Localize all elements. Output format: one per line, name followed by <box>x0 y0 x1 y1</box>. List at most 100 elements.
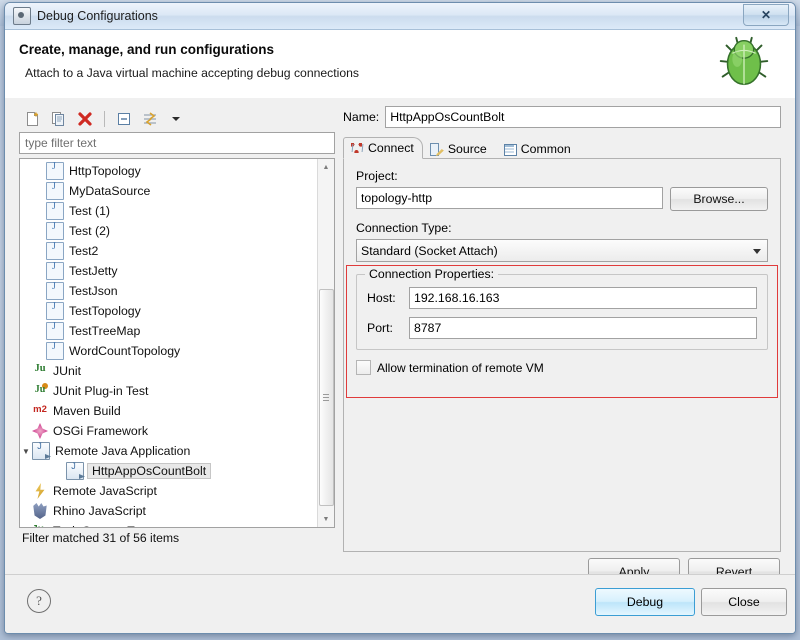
task-context-test-icon <box>31 523 48 527</box>
tree-item-label: Test2 <box>69 244 99 258</box>
scrollbar-thumb[interactable] <box>319 289 334 506</box>
delete-icon[interactable] <box>75 109 95 129</box>
configuration-editor: Name: HttpAppOsCountBolt Connect Source … <box>343 106 781 585</box>
tree-item[interactable]: Rhino JavaScript <box>20 501 318 521</box>
tree-item-label: Remote JavaScript <box>53 484 157 498</box>
host-row: Host: 192.168.16.163 <box>367 287 757 309</box>
new-launch-configuration-icon[interactable] <box>23 109 43 129</box>
port-row: Port: 8787 <box>367 317 757 339</box>
tree-item[interactable]: Task Context Test <box>20 521 318 527</box>
tab-connect[interactable]: Connect <box>343 137 423 159</box>
collapse-all-icon[interactable] <box>114 109 134 129</box>
duplicate-icon[interactable] <box>49 109 69 129</box>
chevron-down-icon[interactable] <box>166 109 186 129</box>
tree-item-label: MyDataSource <box>69 184 151 198</box>
tab-common[interactable]: Common <box>496 138 580 159</box>
tree-item-label: HttpAppOsCountBolt <box>87 463 212 479</box>
connection-type-select[interactable]: Standard (Socket Attach) <box>356 239 768 262</box>
tree-item[interactable]: MyDataSource <box>20 181 318 201</box>
tree-item-label: JUnit <box>53 364 82 378</box>
project-input[interactable]: topology-http <box>356 187 663 209</box>
tree-item[interactable]: ▼ Remote Java Application <box>20 441 318 461</box>
tree-item-label: Test (1) <box>69 204 110 218</box>
remote-java-icon <box>66 461 84 480</box>
java-config-icon <box>46 321 64 340</box>
java-config-icon <box>46 341 64 360</box>
name-input[interactable]: HttpAppOsCountBolt <box>385 106 781 128</box>
debug-button[interactable]: Debug <box>595 588 695 616</box>
window-close-button[interactable]: ✕ <box>743 4 789 26</box>
filter-status-text: Filter matched 31 of 56 items <box>22 531 180 545</box>
port-input[interactable]: 8787 <box>409 317 757 339</box>
close-icon: ✕ <box>760 8 772 22</box>
remote-javascript-icon <box>35 483 45 499</box>
tree-item-label: JUnit Plug-in Test <box>53 384 149 398</box>
launch-config-toolbar <box>19 106 335 132</box>
tree-item[interactable]: Test (1) <box>20 201 318 221</box>
host-input[interactable]: 192.168.16.163 <box>409 287 757 309</box>
launch-config-panel: type filter text HttpTopology MyDataSourc… <box>19 106 335 556</box>
tree-item[interactable]: HttpAppOsCountBolt <box>20 461 318 481</box>
chevron-down-icon <box>753 248 761 254</box>
tree-item[interactable]: JUnit <box>20 361 318 381</box>
scroll-up-icon[interactable]: ▲ <box>318 159 334 175</box>
java-config-icon <box>46 221 64 240</box>
project-row: topology-http Browse... <box>356 187 768 211</box>
debug-configurations-dialog: Debug Configurations ✕ Create, manage, a… <box>4 2 796 634</box>
tree-item-label: TestJetty <box>69 264 118 278</box>
filter-icon[interactable] <box>140 109 160 129</box>
java-config-icon <box>46 261 64 280</box>
tree-item[interactable]: TestJson <box>20 281 318 301</box>
browse-button[interactable]: Browse... <box>670 187 768 211</box>
tree-item[interactable]: TestTopology <box>20 301 318 321</box>
connection-properties-label: Connection Properties: <box>365 267 499 281</box>
tree-item[interactable]: Remote JavaScript <box>20 481 318 501</box>
expand-arrow-icon[interactable]: ▼ <box>20 447 32 456</box>
name-value: HttpAppOsCountBolt <box>390 110 505 124</box>
launch-config-tree[interactable]: HttpTopology MyDataSource Test (1) Test (2)… <box>19 158 335 528</box>
tree-item-label: OSGi Framework <box>53 424 148 438</box>
filter-input[interactable]: type filter text <box>19 132 335 154</box>
tree-item-label: TestJson <box>69 284 118 298</box>
tree-item[interactable]: JUnit Plug-in Test <box>20 381 318 401</box>
tree-item[interactable]: WordCountTopology <box>20 341 318 361</box>
tree-scrollbar[interactable]: ▲ ▼ <box>317 159 334 527</box>
name-row: Name: HttpAppOsCountBolt <box>343 106 781 128</box>
tree-item-label: HttpTopology <box>69 164 141 178</box>
name-label: Name: <box>343 110 380 124</box>
host-label: Host: <box>367 291 396 305</box>
scroll-down-icon[interactable]: ▼ <box>318 511 334 527</box>
dialog-banner: Create, manage, and run configurations A… <box>5 30 795 107</box>
dialog-body: type filter text HttpTopology MyDataSourc… <box>5 98 795 585</box>
tab-common-label: Common <box>520 142 571 156</box>
tab-source[interactable]: Source <box>423 138 496 159</box>
connection-type-value: Standard (Socket Attach) <box>361 243 498 258</box>
banner-heading: Create, manage, and run configurations <box>19 42 275 57</box>
java-config-icon <box>46 301 64 320</box>
close-button[interactable]: Close <box>701 588 787 616</box>
tree-item[interactable]: Maven Build <box>20 401 318 421</box>
java-config-icon <box>46 241 64 260</box>
allow-termination-row[interactable]: Allow termination of remote VM <box>356 360 768 375</box>
green-bug-icon <box>719 36 769 86</box>
tree-item[interactable]: OSGi Framework <box>20 421 318 441</box>
project-value: topology-http <box>361 191 433 205</box>
tree-item[interactable]: TestJetty <box>20 261 318 281</box>
tree-item[interactable]: Test2 <box>20 241 318 261</box>
tree-item[interactable]: HttpTopology <box>20 161 318 181</box>
project-label: Project: <box>356 169 398 183</box>
tab-strip: Connect Source Common <box>343 136 781 159</box>
tab-connect-label: Connect <box>368 141 414 155</box>
java-config-icon <box>46 161 64 180</box>
allow-termination-checkbox[interactable] <box>356 360 371 375</box>
tree-item[interactable]: Test (2) <box>20 221 318 241</box>
maven-icon <box>32 403 48 419</box>
common-icon <box>503 142 517 156</box>
toolbar-separator <box>104 111 105 127</box>
remote-java-icon <box>32 441 50 460</box>
debug-config-icon <box>13 7 31 25</box>
help-icon[interactable]: ? <box>27 589 51 613</box>
tree-item[interactable]: TestTreeMap <box>20 321 318 341</box>
tree-item-label: Remote Java Application <box>55 444 191 458</box>
tree-item-label: Test (2) <box>69 224 110 238</box>
